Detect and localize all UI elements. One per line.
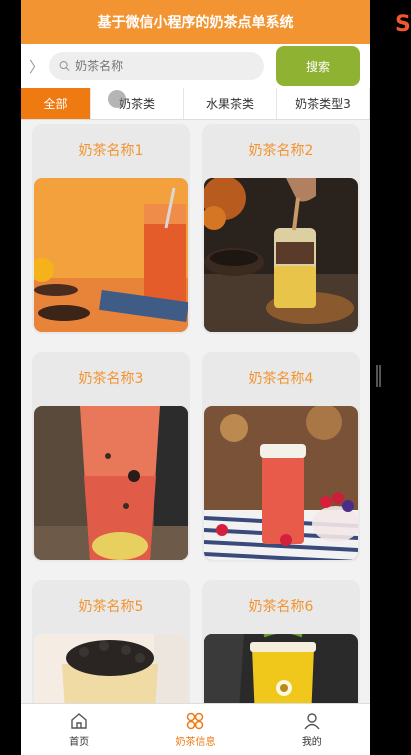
search-field[interactable]: [49, 52, 264, 80]
product-card[interactable]: 奶茶名称3: [32, 352, 190, 562]
mouse-cursor: [108, 90, 126, 108]
tab-type-3[interactable]: 奶茶类型3: [277, 88, 370, 119]
home-icon: [71, 713, 87, 729]
search-input[interactable]: [75, 59, 264, 73]
tab-fruit-tea[interactable]: 水果茶类: [184, 88, 277, 119]
app-header: 基于微信小程序的奶茶点单系统: [21, 0, 370, 44]
tab-milk-tea[interactable]: 奶茶类: [91, 88, 184, 119]
product-grid: 奶茶名称1 奶茶名称2 奶茶名称3 奶茶名称4 奶茶名称5 奶茶名称6: [21, 120, 370, 755]
screen: 基于微信小程序的奶茶点单系统 〉 搜索 全部 奶茶类 水果茶类 奶茶类型3 奶茶…: [0, 0, 411, 755]
search-button[interactable]: 搜索: [276, 46, 360, 86]
product-name: 奶茶名称3: [78, 371, 144, 387]
tabbar-label: 首页: [69, 737, 90, 748]
category-tabs: 全部 奶茶类 水果茶类 奶茶类型3: [21, 88, 370, 120]
scroll-handle[interactable]: [376, 365, 381, 387]
tabbar-label: 我的: [301, 737, 322, 748]
chevron-right-icon[interactable]: 〉: [29, 56, 49, 77]
product-card[interactable]: 奶茶名称1: [32, 124, 190, 334]
user-icon: [304, 713, 320, 730]
grid-icon: [187, 712, 204, 730]
tabbar-item-home[interactable]: 首页: [21, 704, 137, 755]
product-card[interactable]: 奶茶名称2: [202, 124, 360, 334]
tabbar-item-mine[interactable]: 我的: [254, 704, 370, 755]
product-name: 奶茶名称2: [248, 143, 314, 159]
product-image[interactable]: [204, 178, 358, 332]
product-card[interactable]: 奶茶名称4: [202, 352, 360, 562]
search-icon: [59, 61, 70, 72]
tab-all[interactable]: 全部: [21, 88, 91, 119]
bottom-tab-bar: 首页 奶茶信息 我的: [21, 703, 370, 755]
tabbar-label: 奶茶信息: [175, 737, 216, 748]
app-logo-icon: S: [395, 12, 411, 37]
product-name: 奶茶名称4: [248, 371, 314, 387]
product-image[interactable]: [34, 406, 188, 560]
product-name: 奶茶名称5: [78, 599, 144, 615]
page-title: 基于微信小程序的奶茶点单系统: [97, 15, 294, 31]
product-image[interactable]: [204, 406, 358, 560]
product-name: 奶茶名称6: [248, 599, 314, 615]
tabbar-item-milk-tea-info[interactable]: 奶茶信息: [137, 704, 253, 755]
product-image[interactable]: [34, 178, 188, 332]
search-bar: 〉 搜索: [21, 44, 370, 88]
product-name: 奶茶名称1: [78, 143, 144, 159]
mini-program-frame: 基于微信小程序的奶茶点单系统 〉 搜索 全部 奶茶类 水果茶类 奶茶类型3 奶茶…: [21, 0, 370, 755]
